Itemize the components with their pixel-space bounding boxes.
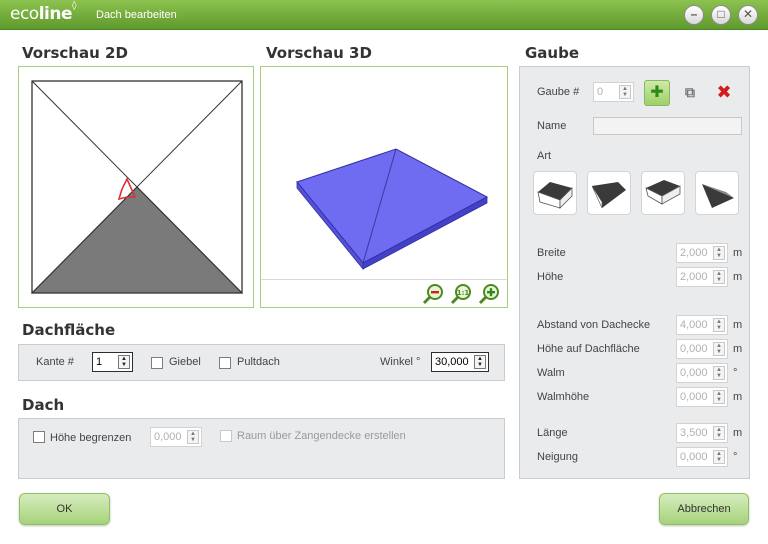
preview-2d-panel[interactable]	[18, 66, 254, 308]
neigung-unit: °	[733, 451, 738, 463]
hoehe-label: Höhe	[537, 271, 564, 283]
ok-button[interactable]: OK	[19, 493, 110, 525]
gaube-num-label: Gaube #	[537, 86, 580, 98]
gaube-title: Gaube	[525, 44, 580, 62]
pultdach-checkbox[interactable]	[219, 357, 231, 369]
hoehe-gaube-stepper[interactable]: 2,000 ▲ ▼	[676, 267, 728, 287]
neigung-label: Neigung	[537, 451, 578, 463]
stepper-arrows-icon[interactable]: ▲ ▼	[474, 355, 486, 369]
stepper-arrows-icon[interactable]: ▲ ▼	[713, 318, 725, 332]
art-label: Art	[537, 150, 552, 162]
add-dormer-button[interactable]: ✚	[644, 80, 670, 106]
stepper-arrows-icon[interactable]: ▲ ▼	[713, 426, 725, 440]
breite-stepper[interactable]: 2,000 ▲ ▼	[676, 243, 728, 263]
title-bar: ecoline◊ Dach bearbeiten – □ ✕	[0, 0, 768, 30]
dormer-type-pyramid-button[interactable]	[695, 171, 739, 215]
abstand-label: Abstand von Dachecke	[537, 319, 651, 331]
kante-label: Kante #	[36, 356, 74, 368]
dormer-type-gable-button[interactable]	[533, 171, 577, 215]
window-title: Dach bearbeiten	[96, 9, 177, 21]
stepper-arrows-icon[interactable]: ▲ ▼	[713, 246, 725, 260]
dachflaeche-title: Dachfläche	[22, 321, 116, 339]
breite-unit: m	[733, 247, 743, 259]
winkel-stepper[interactable]: 30,000 ▲ ▼	[431, 352, 489, 372]
abstand-unit: m	[733, 319, 743, 331]
stepper-arrows-icon[interactable]: ▲ ▼	[118, 355, 130, 369]
zoom-out-icon[interactable]	[421, 283, 445, 305]
laenge-unit: m	[733, 427, 743, 439]
stepper-arrows-icon[interactable]: ▲ ▼	[713, 342, 725, 356]
hoehe-begrenzen-checkbox[interactable]	[33, 431, 45, 443]
walm-label: Walm	[537, 367, 565, 379]
stepper-arrows-icon[interactable]: ▲ ▼	[187, 430, 199, 444]
abstand-stepper[interactable]: 4,000 ▲ ▼	[676, 315, 728, 335]
name-label: Name	[537, 120, 567, 132]
svg-text:1:1: 1:1	[457, 289, 470, 297]
hoehe-stepper[interactable]: 0,000 ▲ ▼	[150, 427, 202, 447]
hoehe-auf-dachflaeche-label: Höhe auf Dachfläche	[537, 343, 640, 355]
giebel-label: Giebel	[169, 356, 201, 368]
dormer-type-hip-button[interactable]	[641, 171, 685, 215]
delete-dormer-button[interactable]: ✖	[711, 80, 737, 106]
roof-3d-drawing	[296, 148, 489, 271]
close-button[interactable]: ✕	[738, 5, 758, 25]
stepper-arrows-icon[interactable]: ▲ ▼	[713, 366, 725, 380]
copy-dormer-button[interactable]: ⧉	[677, 80, 703, 106]
stepper-arrows-icon[interactable]: ▲ ▼	[713, 390, 725, 404]
dachflaeche-panel: Kante # 1 ▲ ▼ Giebel Pultdach Winkel ° 30…	[18, 344, 505, 381]
roof-2d-drawing	[30, 80, 244, 294]
zoom-in-icon[interactable]	[477, 283, 501, 305]
pultdach-label: Pultdach	[237, 356, 280, 368]
kante-stepper[interactable]: 1 ▲ ▼	[92, 352, 133, 372]
cancel-button[interactable]: Abbrechen	[659, 493, 749, 525]
preview-3d-title: Vorschau 3D	[266, 44, 372, 62]
maximize-button[interactable]: □	[711, 5, 731, 25]
walmhoehe-unit: m	[733, 391, 743, 403]
hoehe-unit: m	[733, 271, 743, 283]
pyramid-roof-icon	[702, 184, 734, 208]
gaube-num-stepper[interactable]: 0 ▲ ▼	[593, 82, 634, 102]
walmhoehe-stepper[interactable]: 0,000 ▲ ▼	[676, 387, 728, 407]
gaube-panel: Gaube # 0 ▲ ▼ ✚ ⧉ ✖ Name Art Breite 2,00…	[519, 66, 750, 479]
walmhoehe-label: Walmhöhe	[537, 391, 590, 403]
preview-3d-panel[interactable]: 1:1	[260, 66, 508, 308]
minimize-button[interactable]: –	[684, 5, 704, 25]
hip-roof-icon	[645, 180, 681, 205]
hoehe-auf-dachflaeche-stepper[interactable]: 0,000 ▲ ▼	[676, 339, 728, 359]
winkel-label: Winkel °	[380, 356, 421, 368]
breite-label: Breite	[537, 247, 566, 259]
hoehe-begrenzen-label: Höhe begrenzen	[50, 432, 132, 444]
name-field[interactable]	[593, 117, 742, 135]
zoom-reset-icon[interactable]: 1:1	[449, 283, 473, 305]
walm-unit: °	[733, 367, 738, 379]
dormer-type-shed-button[interactable]	[587, 171, 631, 215]
laenge-stepper[interactable]: 3,500 ▲ ▼	[676, 423, 728, 443]
stepper-arrows-icon[interactable]: ▲ ▼	[619, 85, 631, 99]
dach-title: Dach	[22, 396, 65, 414]
app-logo: ecoline◊	[10, 1, 76, 24]
walm-stepper[interactable]: 0,000 ▲ ▼	[676, 363, 728, 383]
laenge-label: Länge	[537, 427, 568, 439]
raum-label: Raum über Zangendecke erstellen	[237, 430, 406, 442]
gable-roof-icon	[537, 182, 573, 209]
raum-checkbox[interactable]	[220, 430, 232, 442]
stepper-arrows-icon[interactable]: ▲ ▼	[713, 450, 725, 464]
dach-panel: Höhe begrenzen 0,000 ▲ ▼ Raum über Zangen…	[18, 418, 505, 479]
giebel-checkbox[interactable]	[151, 357, 163, 369]
hoehe-auf-dachflaeche-unit: m	[733, 343, 743, 355]
shed-roof-icon	[591, 182, 626, 209]
stepper-arrows-icon[interactable]: ▲ ▼	[713, 270, 725, 284]
preview-2d-title: Vorschau 2D	[22, 44, 128, 62]
neigung-stepper[interactable]: 0,000 ▲ ▼	[676, 447, 728, 467]
